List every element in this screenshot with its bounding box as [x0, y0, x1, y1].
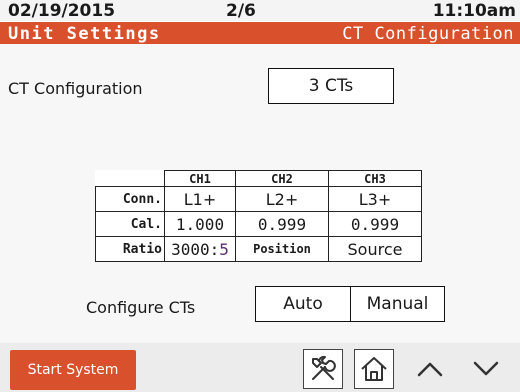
cal-ch1[interactable]: 1.000 — [164, 211, 236, 237]
chevron-up-icon — [417, 362, 443, 377]
conn-ch2[interactable]: L2+ — [235, 186, 329, 212]
chevron-down-icon — [473, 361, 499, 376]
manual-button[interactable]: Manual — [350, 286, 445, 322]
home-icon — [361, 357, 387, 381]
configure-cts-label: Configure CTs — [86, 298, 196, 317]
ratio-source[interactable]: Source — [328, 236, 422, 262]
table-row-cal: Cal. 1.000 0.999 0.999 — [95, 211, 422, 237]
scroll-up-button[interactable] — [412, 352, 448, 386]
status-bar: 02/19/2015 2/6 11:10am — [0, 0, 520, 21]
row-label-conn: Conn. — [95, 186, 165, 212]
screen-title: Unit Settings — [8, 24, 161, 44]
ct-config-select[interactable]: 3 CTs — [268, 68, 394, 104]
row-label-cal: Cal. — [95, 211, 165, 237]
conn-ch3[interactable]: L3+ — [328, 186, 422, 212]
status-time: 11:10am — [432, 1, 516, 21]
ratio-value: 3000: — [171, 239, 220, 259]
status-page: 2/6 — [226, 1, 256, 21]
screen-subtitle: CT Configuration — [342, 24, 514, 44]
channel-table: CH1 CH2 CH3 Conn. L1+ L2+ L3+ Cal. 1.000… — [95, 170, 422, 262]
header-ch3: CH3 — [328, 170, 422, 187]
ratio-suffix: 5 — [219, 239, 229, 259]
conn-ch1[interactable]: L1+ — [164, 186, 236, 212]
ratio-ch1[interactable]: 3000:5 — [164, 236, 236, 262]
start-system-button[interactable]: Start System — [10, 350, 136, 390]
cal-ch2[interactable]: 0.999 — [235, 211, 329, 237]
ratio-position[interactable]: Position — [235, 236, 329, 262]
ct-config-label: CT Configuration — [8, 79, 143, 98]
tools-button[interactable] — [303, 349, 343, 389]
row-label-ratio: Ratio — [95, 236, 165, 262]
header-ch1: CH1 — [164, 170, 236, 187]
table-row-conn: Conn. L1+ L2+ L3+ — [95, 186, 422, 212]
title-bar: Unit Settings CT Configuration — [0, 22, 520, 44]
status-date: 02/19/2015 — [8, 1, 116, 21]
scroll-down-button[interactable] — [468, 352, 504, 386]
auto-button[interactable]: Auto — [255, 286, 351, 322]
cal-ch3[interactable]: 0.999 — [328, 211, 422, 237]
header-ch2: CH2 — [235, 170, 329, 187]
home-button[interactable] — [354, 349, 394, 389]
tools-icon — [312, 355, 336, 380]
table-row-ratio: Ratio 3000:5 Position Source — [95, 236, 422, 262]
